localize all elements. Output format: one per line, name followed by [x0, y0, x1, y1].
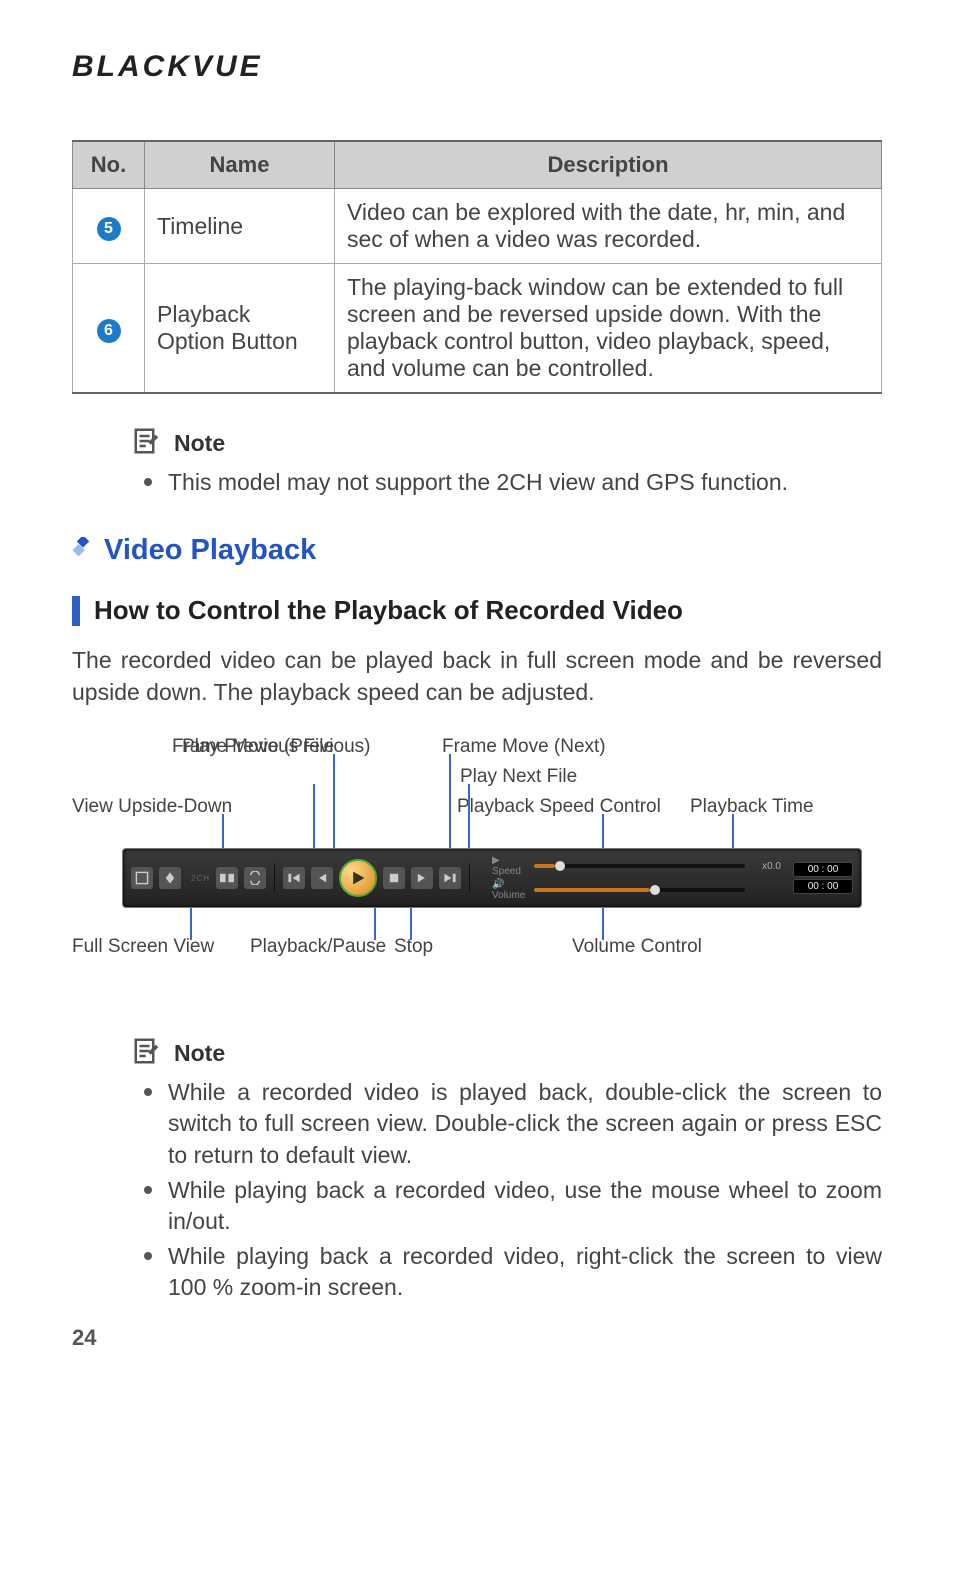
row-name: Timeline: [145, 189, 335, 264]
table-row: 5 Timeline Video can be explored with th…: [73, 189, 882, 264]
speed-value: x0.0: [751, 861, 781, 872]
label-speed-control: Playback Speed Control: [457, 796, 661, 818]
note-icon: [132, 426, 162, 461]
volume-label: Volume: [492, 890, 525, 901]
label-fullscreen: Full Screen View: [72, 936, 214, 958]
label-stop: Stop: [394, 936, 433, 958]
upside-down-icon[interactable]: [159, 867, 181, 889]
brand-logo: BLACKVUE: [72, 50, 882, 84]
time-total: 00 : 00: [793, 879, 853, 894]
label-play-next-file: Play Next File: [460, 766, 577, 788]
prev-file-icon[interactable]: [283, 867, 305, 889]
time-current: 00 : 00: [793, 862, 853, 877]
subsection-bar-icon: [72, 596, 80, 626]
label-playback-time: Playback Time: [690, 796, 814, 818]
note-item: While playing back a recorded video, rig…: [168, 1241, 882, 1303]
row-name: Playback Option Button: [145, 264, 335, 394]
spec-table: No. Name Description 5 Timeline Video ca…: [72, 140, 882, 394]
playback-diagram: Frame Move (Previous) Frame Move (Next) …: [72, 736, 882, 996]
note-item: While playing back a recorded video, use…: [168, 1175, 882, 1237]
th-no: No.: [73, 141, 145, 189]
volume-slider[interactable]: [534, 888, 745, 892]
table-row: 6 Playback Option Button The playing-bac…: [73, 264, 882, 394]
section-title: Video Playback: [104, 534, 316, 567]
frame-next-icon[interactable]: [411, 867, 433, 889]
label-frame-next: Frame Move (Next): [442, 736, 606, 758]
row-number-badge: 6: [97, 319, 121, 343]
speed-label: Speed: [492, 866, 521, 877]
channel-label: 2CH: [191, 874, 210, 883]
frame-prev-icon[interactable]: [311, 867, 333, 889]
note-label: Note: [174, 1040, 225, 1067]
label-volume: Volume Control: [572, 936, 702, 958]
next-file-icon[interactable]: [439, 867, 461, 889]
label-play-pause: Playback/Pause: [250, 936, 386, 958]
stop-icon[interactable]: [383, 867, 405, 889]
note-label: Note: [174, 430, 225, 457]
ch-view-icon[interactable]: [216, 867, 238, 889]
diamond-bullet-icon: [72, 537, 94, 564]
playback-control-bar: 2CH ▶ Speed x0.0 �: [122, 848, 862, 908]
play-pause-button[interactable]: [339, 859, 377, 897]
label-upside-down: View Upside-Down: [72, 796, 232, 818]
th-desc: Description: [335, 141, 882, 189]
row-desc: Video can be explored with the date, hr,…: [335, 189, 882, 264]
page-number: 24: [72, 1325, 96, 1351]
body-paragraph: The recorded video can be played back in…: [72, 644, 882, 708]
row-desc: The playing-back window can be extended …: [335, 264, 882, 394]
th-name: Name: [145, 141, 335, 189]
speed-slider[interactable]: [534, 864, 745, 868]
label-play-prev-file: Play Previous File: [182, 736, 334, 758]
note-block-2: Note While a recorded video is played ba…: [132, 1036, 882, 1302]
fullscreen-icon[interactable]: [131, 867, 153, 889]
row-number-badge: 5: [97, 217, 121, 241]
note-item: While a recorded video is played back, d…: [168, 1077, 882, 1170]
subsection-title: How to Control the Playback of Recorded …: [94, 595, 683, 626]
note-item: This model may not support the 2CH view …: [168, 467, 882, 498]
note-block-1: Note This model may not support the 2CH …: [132, 426, 882, 498]
note-icon: [132, 1036, 162, 1071]
swap-icon[interactable]: [244, 867, 266, 889]
